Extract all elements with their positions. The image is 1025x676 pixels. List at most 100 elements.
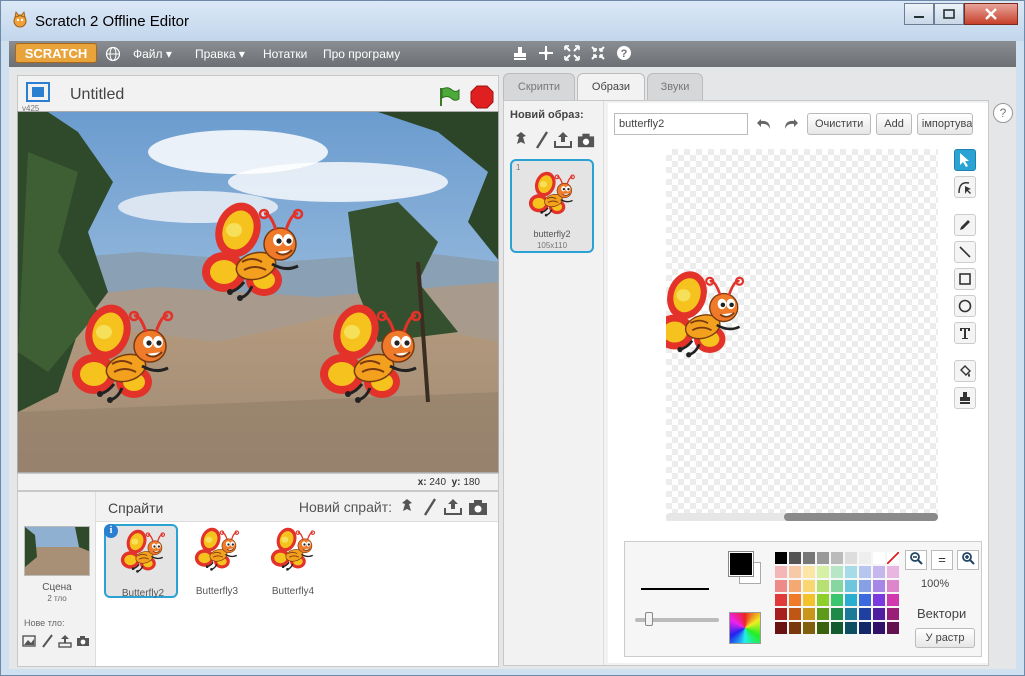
color-swatch[interactable] <box>817 580 829 592</box>
color-swatch[interactable] <box>845 594 857 606</box>
costume-library-icon[interactable] <box>512 131 530 149</box>
color-swatch[interactable] <box>817 566 829 578</box>
color-swatch[interactable] <box>817 552 829 564</box>
color-swatch[interactable] <box>789 566 801 578</box>
zoom-out-button[interactable] <box>905 550 927 570</box>
color-swatch[interactable] <box>845 580 857 592</box>
color-swatch[interactable] <box>789 608 801 620</box>
green-flag-icon[interactable] <box>438 86 460 108</box>
color-picker[interactable] <box>729 612 761 644</box>
color-swatch[interactable] <box>817 622 829 634</box>
color-swatch[interactable] <box>831 580 843 592</box>
color-swatch[interactable] <box>887 552 899 564</box>
globe-icon[interactable] <box>105 46 121 62</box>
maximize-button[interactable] <box>934 3 964 25</box>
camera-costume-icon[interactable] <box>577 131 595 149</box>
butterfly-sprite[interactable] <box>70 302 180 414</box>
import-button[interactable]: імпортувати <box>916 113 973 135</box>
color-swatch[interactable] <box>859 552 871 564</box>
color-swatch[interactable] <box>789 580 801 592</box>
camera-backdrop-icon[interactable] <box>76 634 90 648</box>
menu-about[interactable]: Про програму <box>323 47 400 61</box>
sprite-library-icon[interactable] <box>398 498 416 516</box>
stamp-tool[interactable] <box>954 387 976 409</box>
color-swatch[interactable] <box>803 608 815 620</box>
color-swatch[interactable] <box>817 594 829 606</box>
color-swatch[interactable] <box>789 552 801 564</box>
zoom-reset-button[interactable]: = <box>931 550 953 570</box>
color-swatch[interactable] <box>775 580 787 592</box>
color-swatch[interactable] <box>845 566 857 578</box>
paint-backdrop-icon[interactable] <box>40 634 54 648</box>
clear-button[interactable]: Очистити <box>807 113 872 135</box>
color-swatch[interactable] <box>845 552 857 564</box>
stage[interactable] <box>17 111 499 473</box>
color-swatch[interactable] <box>775 608 787 620</box>
color-swatch[interactable] <box>831 594 843 606</box>
line-width-slider[interactable] <box>635 612 719 626</box>
color-swatch[interactable] <box>803 594 815 606</box>
add-button[interactable]: Add <box>876 113 912 135</box>
reshape-tool[interactable] <box>954 176 976 198</box>
color-swatch[interactable] <box>873 580 885 592</box>
menu-edit[interactable]: Правка ▾ <box>195 47 245 61</box>
color-swatch[interactable] <box>831 552 843 564</box>
close-button[interactable] <box>964 3 1018 25</box>
info-icon[interactable]: i <box>104 524 118 538</box>
menu-notes[interactable]: Нотатки <box>263 47 307 61</box>
camera-sprite-icon[interactable] <box>468 498 488 516</box>
paint-costume-icon[interactable] <box>535 131 549 149</box>
color-swatch[interactable] <box>775 566 787 578</box>
slider-handle[interactable] <box>645 612 653 626</box>
redo-button[interactable] <box>780 113 802 135</box>
stop-icon[interactable] <box>470 85 494 109</box>
scrollbar-thumb[interactable] <box>784 513 938 521</box>
primary-color[interactable] <box>728 551 754 577</box>
color-swatch[interactable] <box>873 594 885 606</box>
upload-backdrop-icon[interactable] <box>58 634 72 648</box>
menu-file[interactable]: Файл ▾ <box>133 47 172 61</box>
rectangle-tool[interactable] <box>954 268 976 290</box>
color-swatch[interactable] <box>831 622 843 634</box>
backdrop-library-icon[interactable] <box>22 634 36 648</box>
ellipse-tool[interactable] <box>954 295 976 317</box>
canvas-scrollbar[interactable] <box>666 513 938 521</box>
color-swatch[interactable] <box>873 608 885 620</box>
color-swatch[interactable] <box>831 608 843 620</box>
upload-sprite-icon[interactable] <box>444 498 462 516</box>
color-swatch[interactable] <box>775 552 787 564</box>
minimize-button[interactable] <box>904 3 934 25</box>
scratch-logo[interactable]: SCRATCH <box>15 43 97 63</box>
color-swatch[interactable] <box>859 580 871 592</box>
help-icon[interactable]: ? <box>615 44 633 62</box>
color-swatch[interactable] <box>775 622 787 634</box>
paint-sprite-icon[interactable] <box>422 498 438 516</box>
color-swatch[interactable] <box>803 566 815 578</box>
shrink-icon[interactable] <box>589 44 607 62</box>
color-swatch[interactable] <box>803 552 815 564</box>
undo-button[interactable] <box>753 113 775 135</box>
paint-canvas[interactable] <box>666 149 938 521</box>
tab-sounds[interactable]: Звуки <box>647 73 703 101</box>
color-swatch[interactable] <box>803 622 815 634</box>
color-swatch[interactable] <box>845 608 857 620</box>
select-tool[interactable] <box>954 149 976 171</box>
text-tool[interactable] <box>954 322 976 344</box>
sprite-thumb-butterfly2[interactable]: i Butterfly2 <box>104 524 178 599</box>
cut-icon[interactable] <box>537 44 555 62</box>
color-swatch[interactable] <box>775 594 787 606</box>
color-swatch[interactable] <box>887 594 899 606</box>
color-swatch[interactable] <box>873 622 885 634</box>
butterfly-sprite[interactable] <box>200 200 310 312</box>
color-swatch[interactable] <box>873 552 885 564</box>
tab-costumes[interactable]: Образи <box>577 73 645 103</box>
color-swatch[interactable] <box>859 566 871 578</box>
color-swatch[interactable] <box>789 622 801 634</box>
stamp-icon[interactable] <box>511 44 529 62</box>
scene-thumbnail[interactable] <box>24 526 90 576</box>
color-swatch[interactable] <box>789 594 801 606</box>
costume-card[interactable]: 1 butterfly2 105x110 <box>510 159 594 253</box>
project-title[interactable]: Untitled <box>70 86 124 104</box>
color-swatch[interactable] <box>831 566 843 578</box>
color-swatch[interactable] <box>887 608 899 620</box>
